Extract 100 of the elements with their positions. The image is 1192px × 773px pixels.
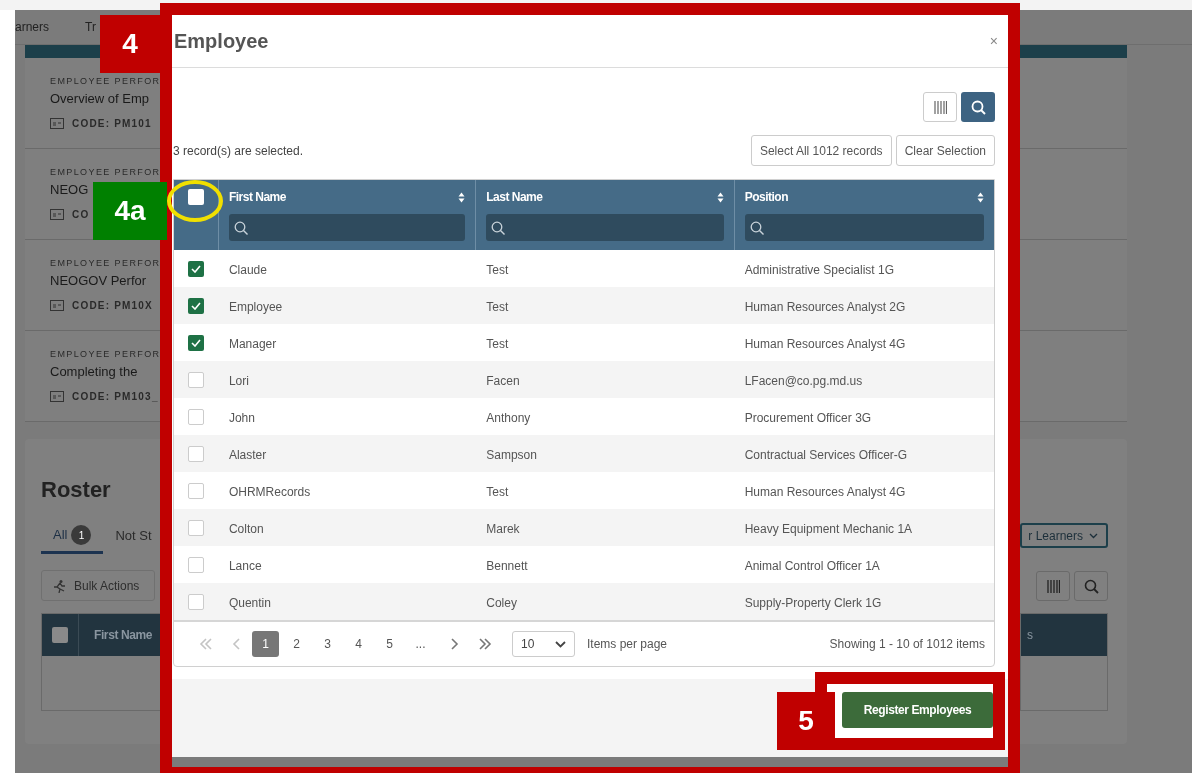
table-cell: Anthony [486, 410, 531, 425]
table-cell: Contractual Services Officer-G [744, 447, 908, 462]
column-header: First Name [94, 627, 153, 644]
checkbox[interactable] [188, 519, 205, 536]
table-cell: Facen [486, 373, 520, 388]
table-cell: Test [486, 336, 509, 351]
column-header[interactable]: First Name [228, 188, 286, 206]
course-code: CODE: PM10X [72, 299, 153, 313]
filter-field[interactable] [486, 214, 724, 241]
checkbox[interactable] [188, 593, 205, 610]
course-title[interactable]: NEOG [50, 181, 89, 199]
column-header[interactable]: Position [744, 188, 788, 206]
page-button[interactable]: 3 [314, 631, 341, 657]
table-cell: Manager [228, 336, 277, 351]
course-title[interactable]: Overview of Emp [50, 90, 149, 108]
page-size-select[interactable]: 10 [512, 631, 575, 657]
bulk-actions-button[interactable]: Bulk Actions [41, 570, 155, 601]
course-title[interactable]: NEOGOV Perfor [50, 272, 147, 290]
table-cell: Heavy Equipment Mechanic 1A [744, 521, 913, 536]
table-cell: OHRMRecords [228, 484, 311, 499]
course-code: CODE: PM101 [72, 117, 152, 131]
modal-title: Employee [174, 29, 269, 54]
column-header: s [1027, 627, 1033, 644]
search-button[interactable] [1074, 571, 1108, 601]
code-icon [50, 118, 64, 129]
table-cell: Alaster [228, 447, 267, 462]
table-cell: Human Resources Analyst 2G [744, 299, 906, 314]
checkbox[interactable] [188, 260, 205, 277]
checkbox[interactable] [188, 408, 205, 425]
close-button[interactable]: × [989, 30, 998, 52]
select-all-checkbox[interactable] [187, 189, 204, 205]
column-header[interactable]: Last Name [486, 188, 543, 206]
search-icon [749, 220, 764, 235]
sort-icon [977, 191, 984, 203]
page-button[interactable]: ... [407, 631, 434, 657]
table-cell: John [228, 410, 255, 425]
selection-message: 3 record(s) are selected. [173, 142, 304, 160]
page-button[interactable]: 5 [376, 631, 403, 657]
checkbox[interactable] [188, 297, 205, 314]
running-figure-icon [52, 578, 66, 593]
step-label: 5 [777, 692, 835, 750]
page-button[interactable]: 2 [283, 631, 310, 657]
code-icon [50, 391, 64, 402]
checkbox[interactable] [188, 482, 205, 499]
course-category: EMPLOYEE PERFOR [50, 166, 161, 178]
table-cell: Human Resources Analyst 4G [744, 336, 906, 351]
course-code: CO [72, 208, 90, 222]
course-code: CODE: PM103_ [72, 390, 159, 404]
checkbox[interactable] [52, 627, 68, 643]
nav-link[interactable]: arners [15, 18, 49, 36]
code-icon [50, 300, 64, 311]
table-cell: Supply-Property Clerk 1G [744, 595, 882, 610]
checkbox[interactable] [188, 334, 205, 351]
table-cell: LFacen@co.pg.md.us [744, 373, 863, 388]
columns-icon [933, 100, 947, 114]
sort-icon [716, 191, 724, 203]
checkbox[interactable] [188, 556, 205, 573]
checkmark-icon [191, 264, 202, 273]
table-cell: Test [486, 262, 509, 277]
columns-icon [1046, 579, 1060, 593]
search-icon [1083, 578, 1099, 594]
table-cell: Bennett [486, 558, 528, 573]
filter-dropdown[interactable]: r Learners [1020, 523, 1108, 548]
table-cell: Human Resources Analyst 4G [744, 484, 906, 499]
sort-icon [458, 191, 466, 203]
page-button[interactable]: 4 [345, 631, 372, 657]
double-chevron-right-icon [477, 638, 492, 650]
table-cell: Colton [228, 521, 264, 536]
page-button[interactable]: 1 [252, 631, 279, 657]
clear-selection-button[interactable]: Clear Selection [895, 135, 995, 166]
table-cell: Test [486, 484, 509, 499]
table-cell: Claude [228, 262, 267, 277]
roster-tab[interactable]: Not St [115, 525, 152, 554]
select-all-button[interactable]: Select All 1012 records [750, 135, 892, 166]
filter-field[interactable] [228, 214, 466, 241]
columns-button[interactable] [1036, 571, 1070, 601]
table-cell: Animal Control Officer 1A [744, 558, 880, 573]
search-icon [233, 220, 248, 235]
table-cell: Lance [228, 558, 262, 573]
table-cell: Procurement Officer 3G [744, 410, 872, 425]
chevron-down-icon [555, 640, 566, 648]
checkbox[interactable] [188, 371, 205, 388]
course-title[interactable]: Completing the [50, 363, 138, 381]
checkmark-icon [191, 338, 202, 347]
course-category: EMPLOYEE PERFOR [50, 75, 161, 87]
search-button[interactable] [961, 92, 995, 122]
table-cell: Quentin [228, 595, 271, 610]
count-badge: 1 [71, 525, 92, 545]
table-cell: Test [486, 299, 509, 314]
table-cell: Administrative Specialist 1G [744, 262, 895, 277]
checkbox[interactable] [188, 445, 205, 462]
table-cell: Lori [228, 373, 249, 388]
code-icon [50, 209, 64, 220]
register-employees-button[interactable]: Register Employees [842, 692, 993, 728]
chevron-down-icon [1089, 532, 1098, 539]
roster-tab[interactable]: All 1 [41, 525, 104, 554]
nav-link[interactable]: Tr [85, 18, 96, 36]
double-chevron-left-icon [198, 638, 213, 650]
table-cell: Employee [228, 299, 283, 314]
filter-field[interactable] [744, 214, 984, 241]
